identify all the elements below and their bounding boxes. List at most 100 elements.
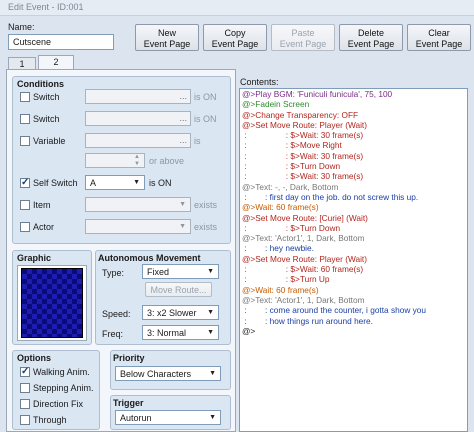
event-command-line[interactable]: : : $>Wait: 30 frame(s) <box>240 171 467 181</box>
variable-value-spinner[interactable]: ▲ ▼ <box>85 153 145 168</box>
type-value: Fixed <box>147 267 170 277</box>
item-suffix: exists <box>194 200 218 210</box>
button-label-line1: Copy <box>224 28 246 38</box>
chevron-down-icon: ▼ <box>209 414 216 421</box>
switch1-suffix: is ON <box>194 92 217 102</box>
button-label-line1: Delete <box>357 28 384 38</box>
move-route-button[interactable]: Move Route... <box>145 282 212 297</box>
event-command-line[interactable]: @>Text: 'Actor1', 1, Dark, Bottom <box>240 233 467 243</box>
switch1-field[interactable]: ... <box>85 89 191 104</box>
options-title: Options <box>17 353 51 363</box>
chevron-down-icon: ▼ <box>179 223 186 230</box>
self-switch-suffix: is ON <box>149 178 172 188</box>
event-command-line[interactable]: @>Wait: 60 frame(s) <box>240 285 467 295</box>
item-checkbox[interactable] <box>20 200 30 210</box>
name-label: Name: <box>8 22 35 32</box>
switch2-label: Switch <box>33 114 60 124</box>
event-command-line[interactable]: : : hey newbie. <box>240 243 467 253</box>
event-command-line[interactable]: : : come around the counter, i gotta sho… <box>240 305 467 315</box>
copy-event-page-button[interactable]: Copy Event Page <box>203 24 267 51</box>
event-command-line[interactable]: @>Fadein Screen <box>240 99 467 109</box>
contents-label: Contents: <box>240 77 279 87</box>
event-command-line[interactable]: : : $>Wait: 60 frame(s) <box>240 264 467 274</box>
event-command-line[interactable]: : : $>Turn Down <box>240 161 467 171</box>
event-command-line[interactable]: @>Set Move Route: Player (Wait) <box>240 254 467 264</box>
type-select[interactable]: Fixed ▼ <box>142 264 219 279</box>
event-commands-list[interactable]: @>Play BGM: 'Funiculi funicula', 75, 100… <box>239 88 468 432</box>
button-label-line2: Event Page <box>211 39 259 49</box>
freq-value: 3: Normal <box>147 328 187 338</box>
speed-value: 3: x2 Slower <box>147 308 197 318</box>
chevron-down-icon: ▼ <box>207 329 214 336</box>
item-label: Item <box>33 200 51 210</box>
event-command-line[interactable]: : : how things run around here. <box>240 316 467 326</box>
self-switch-select[interactable]: A ▼ <box>85 175 145 190</box>
variable-checkbox[interactable] <box>20 136 30 146</box>
graphic-preview[interactable] <box>17 265 87 341</box>
switch1-checkbox[interactable] <box>20 92 30 102</box>
button-label-line1: Clear <box>428 28 450 38</box>
event-command-line[interactable]: @>Change Transparency: OFF <box>240 110 467 120</box>
event-command-line[interactable]: @> <box>240 326 467 336</box>
event-command-line[interactable]: @>Text: 'Actor1', 1, Dark, Bottom <box>240 295 467 305</box>
switch2-suffix: is ON <box>194 114 217 124</box>
chevron-down-icon: ▼ <box>133 179 140 186</box>
trigger-select[interactable]: Autorun ▼ <box>115 410 221 425</box>
variable-label: Variable <box>33 136 66 146</box>
tab-page-2[interactable]: 2 <box>38 55 74 70</box>
actor-checkbox[interactable] <box>20 222 30 232</box>
priority-select[interactable]: Below Characters ▼ <box>115 366 221 381</box>
trigger-title: Trigger <box>113 398 144 408</box>
stepping-anim-checkbox[interactable] <box>20 383 30 393</box>
priority-title: Priority <box>113 353 145 363</box>
ellipsis-icon: ... <box>179 135 187 145</box>
self-switch-value: A <box>90 178 97 188</box>
variable-field[interactable]: ... <box>85 133 191 148</box>
spin-down-icon[interactable]: ▼ <box>134 161 140 167</box>
priority-value: Below Characters <box>120 369 192 379</box>
delete-event-page-button[interactable]: Delete Event Page <box>339 24 403 51</box>
button-label-line2: Event Page <box>415 39 463 49</box>
paste-event-page-button[interactable]: Paste Event Page <box>271 24 335 51</box>
button-label-line2: Event Page <box>347 39 395 49</box>
switch2-field[interactable]: ... <box>85 111 191 126</box>
new-event-page-button[interactable]: New Event Page <box>135 24 199 51</box>
switch2-checkbox[interactable] <box>20 114 30 124</box>
event-command-line[interactable]: @>Wait: 60 frame(s) <box>240 202 467 212</box>
chevron-down-icon: ▼ <box>179 201 186 208</box>
event-command-line[interactable]: : : $>Wait: 30 frame(s) <box>240 130 467 140</box>
graphic-tile-image <box>21 268 83 338</box>
stepping-anim-label: Stepping Anim. <box>33 383 94 393</box>
spin-up-icon[interactable]: ▲ <box>134 154 140 160</box>
button-label-line2: Event Page <box>279 39 327 49</box>
event-command-line[interactable]: @>Set Move Route: [Curie] (Wait) <box>240 213 467 223</box>
event-command-line[interactable]: : : $>Move Right <box>240 140 467 150</box>
walking-anim-checkbox[interactable] <box>20 366 30 377</box>
actor-select[interactable]: ▼ <box>85 219 191 234</box>
item-select[interactable]: ▼ <box>85 197 191 212</box>
event-command-line[interactable]: : : $>Turn Up <box>240 274 467 284</box>
self-switch-label: Self Switch <box>33 178 78 188</box>
event-command-line[interactable]: : : first day on the job. do not screw t… <box>240 192 467 202</box>
window-title: Edit Event - ID:001 <box>8 2 84 12</box>
speed-label: Speed: <box>102 309 131 319</box>
chevron-down-icon: ▼ <box>207 268 214 275</box>
event-command-line[interactable]: : : $>Turn Down <box>240 223 467 233</box>
freq-select[interactable]: 3: Normal ▼ <box>142 325 219 340</box>
clear-event-page-button[interactable]: Clear Event Page <box>407 24 471 51</box>
event-command-line[interactable]: @>Play BGM: 'Funiculi funicula', 75, 100 <box>240 89 467 99</box>
event-command-line[interactable]: @>Text: -, -, Dark, Bottom <box>240 182 467 192</box>
actor-suffix: exists <box>194 222 218 232</box>
direction-fix-checkbox[interactable] <box>20 399 30 409</box>
button-label-line1: New <box>157 28 176 38</box>
speed-select[interactable]: 3: x2 Slower ▼ <box>142 305 219 320</box>
event-command-line[interactable]: @>Set Move Route: Player (Wait) <box>240 120 467 130</box>
autonomous-movement-title: Autonomous Movement <box>98 253 201 263</box>
switch1-label: Switch <box>33 92 60 102</box>
event-command-line[interactable]: : : $>Wait: 30 frame(s) <box>240 151 467 161</box>
event-name-input[interactable]: Cutscene <box>8 34 114 50</box>
chevron-down-icon: ▼ <box>207 309 214 316</box>
actor-label: Actor <box>33 222 55 232</box>
through-checkbox[interactable] <box>20 415 30 425</box>
self-switch-checkbox[interactable] <box>20 177 30 188</box>
